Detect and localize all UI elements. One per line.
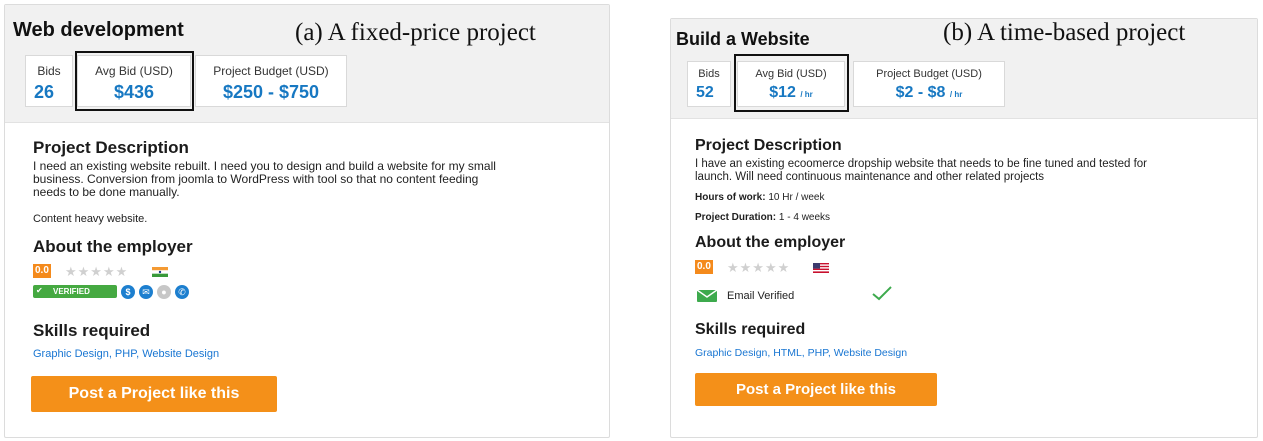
star-rating-icon: ★★★★★ [727, 260, 791, 275]
project-duration: Project Duration: 1 - 4 weeks [695, 212, 830, 223]
project-header: Build a Website (b) A time-based project… [671, 19, 1257, 119]
description-line: launch. Will need continuous maintenance… [695, 171, 1045, 183]
skills-heading: Skills required [695, 321, 806, 338]
figure-caption: (a) A fixed-price project [295, 19, 536, 46]
description-line: I have an existing ecoomerce dropship we… [695, 158, 1147, 170]
bids-label: Bids [37, 64, 61, 78]
profile-verified-icon: ● [157, 285, 171, 299]
india-flag-icon [152, 267, 168, 277]
project-budget-value: $2 - $8 [895, 84, 946, 101]
bids-value: 52 [696, 84, 714, 101]
description-heading: Project Description [695, 137, 842, 154]
project-title: Web development [13, 19, 184, 41]
rating-badge: 0.0 [33, 264, 51, 278]
skills-heading: Skills required [33, 321, 151, 340]
envelope-icon [697, 290, 717, 302]
phone-verified-icon: ✆ [175, 285, 189, 299]
highlight-box [75, 51, 194, 111]
post-project-button[interactable]: Post a Project like this [695, 373, 937, 406]
us-flag-icon [813, 263, 829, 273]
hours-value: 10 Hr / week [768, 192, 825, 203]
hours-label: Hours of work: [695, 192, 766, 203]
skills-list[interactable]: Graphic Design, PHP, Website Design [33, 348, 219, 361]
figure-caption: (b) A time-based project [943, 19, 1186, 46]
description-extra: Content heavy website. [33, 213, 148, 225]
highlight-box [734, 54, 849, 112]
skills-list[interactable]: Graphic Design, HTML, PHP, Website Desig… [695, 347, 907, 360]
employer-heading: About the employer [33, 237, 193, 256]
description-text: I have an existing ecoomerce dropship we… [695, 158, 1147, 184]
hours-of-work: Hours of work: 10 Hr / week [695, 192, 824, 203]
email-verified-icon: ✉ [139, 285, 153, 299]
checkmark-icon: ✔ [36, 286, 43, 295]
description-line: needs to be done manually. [33, 185, 180, 199]
description-text: I need an existing website rebuilt. I ne… [33, 160, 496, 199]
post-project-button[interactable]: Post a Project like this [31, 376, 277, 412]
duration-label: Project Duration: [695, 212, 777, 223]
bids-value: 26 [34, 82, 55, 102]
verified-label: VERIFIED [53, 287, 90, 296]
duration-value: 1 - 4 weeks [778, 212, 831, 223]
project-budget-stat: Project Budget (USD) $2 - $8 / hr [853, 61, 1005, 107]
project-header: Web development (a) A fixed-price projec… [5, 5, 609, 123]
project-budget-unit: / hr [949, 90, 963, 99]
star-rating-icon: ★★★★★ [65, 264, 129, 279]
project-budget-label: Project Budget (USD) [876, 68, 982, 80]
project-card-time-based: Build a Website (b) A time-based project… [670, 18, 1258, 438]
payment-verified-icon: $ [121, 285, 135, 299]
project-budget-value: $250 - $750 [222, 82, 320, 102]
bids-label: Bids [698, 68, 720, 80]
description-heading: Project Description [33, 138, 189, 157]
bids-stat: Bids 52 [687, 61, 731, 107]
checkmark-icon [872, 286, 892, 301]
project-title: Build a Website [676, 29, 810, 49]
bids-stat: Bids 26 [25, 55, 73, 107]
project-budget-stat: Project Budget (USD) $250 - $750 [195, 55, 347, 107]
project-card-fixed-price: Web development (a) A fixed-price projec… [4, 4, 610, 438]
employer-heading: About the employer [695, 234, 846, 251]
project-budget-label: Project Budget (USD) [213, 64, 329, 78]
verified-badge: ✔ VERIFIED [33, 285, 117, 298]
email-verified-label: Email Verified [727, 290, 795, 302]
project-budget-value-row: $2 - $8 / hr [854, 84, 1004, 102]
rating-badge: 0.0 [695, 260, 713, 274]
